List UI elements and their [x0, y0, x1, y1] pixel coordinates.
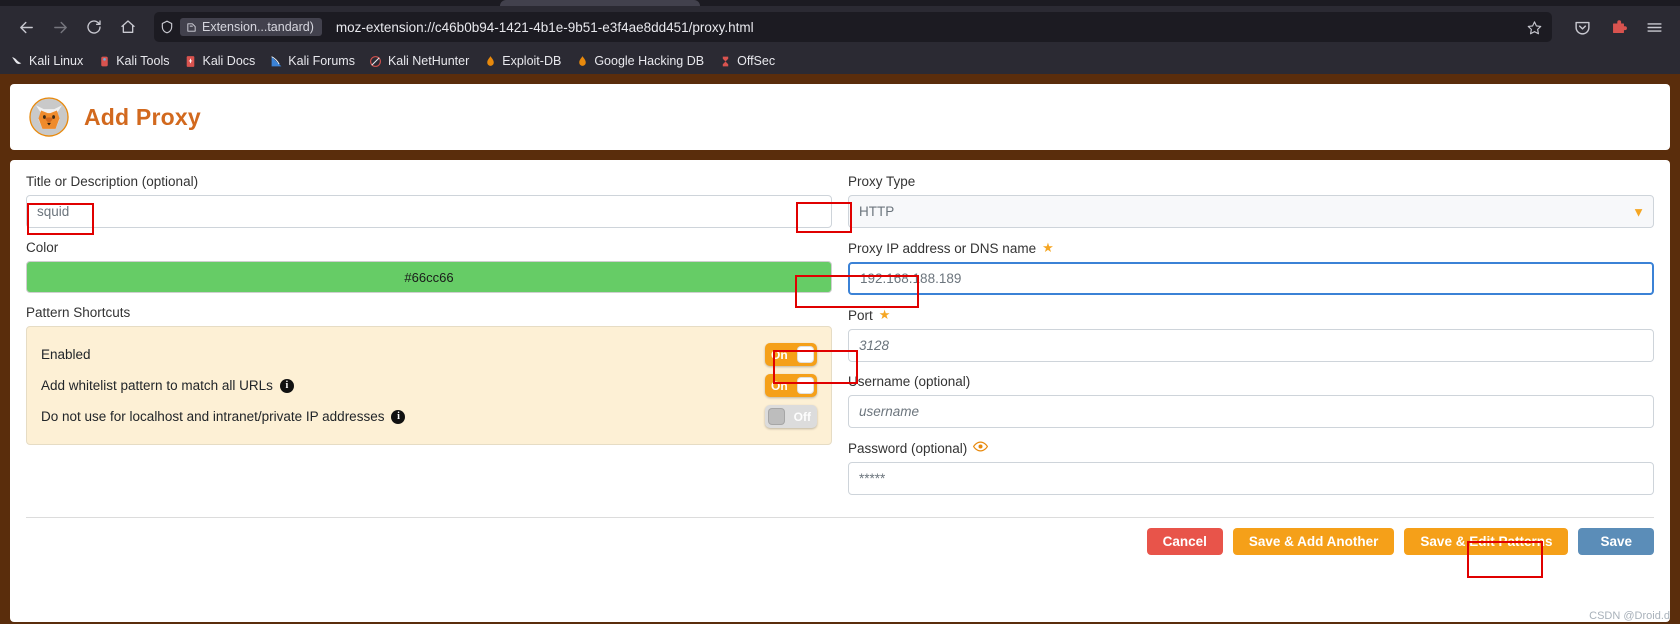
add-proxy-form: Title or Description (optional) squid Co…	[10, 160, 1670, 622]
toggle-knob	[797, 346, 814, 363]
form-right-column: Proxy Type HTTP ▼ Proxy IP address or DN…	[848, 174, 1654, 507]
url-text[interactable]: moz-extension://c46b0b94-1421-4b1e-9b51-…	[328, 20, 1521, 35]
port-label-text: Port	[848, 307, 873, 323]
proxy-ip-label: Proxy IP address or DNS name ★	[848, 240, 1654, 256]
toggle-knob	[797, 377, 814, 394]
kali-forums-icon	[269, 54, 283, 68]
password-label-text: Password (optional)	[848, 440, 968, 456]
bookmark-label: Kali Tools	[116, 54, 170, 68]
pattern-row-whitelist: Add whitelist pattern to match all URLs …	[41, 372, 817, 399]
kali-docs-icon	[183, 54, 197, 68]
password-label: Password (optional)	[848, 440, 1654, 456]
proxy-type-label: Proxy Type	[848, 174, 916, 189]
page-title: Add Proxy	[84, 103, 201, 130]
extension-identity-chip[interactable]: Extension...tandard)	[180, 18, 322, 36]
color-swatch[interactable]: #66cc66	[26, 261, 832, 293]
bookmark-label: Kali NetHunter	[387, 54, 470, 68]
bookmarks-bar: Kali Linux Kali Tools Kali Docs Kali For…	[0, 48, 1680, 74]
info-icon[interactable]: i	[279, 378, 294, 393]
save-button[interactable]: Save	[1578, 528, 1654, 555]
bookmark-kali-nethunter[interactable]: Kali NetHunter	[369, 54, 469, 68]
title-field-label: Title or Description (optional)	[26, 174, 199, 189]
hamburger-menu-icon[interactable]	[1638, 11, 1670, 43]
bookmark-kali-docs[interactable]: Kali Docs	[183, 54, 255, 68]
offsec-icon	[718, 54, 732, 68]
eye-visibility-icon[interactable]	[973, 440, 989, 456]
page-content: Add Proxy Title or Description (optional…	[0, 74, 1680, 624]
page-header: Add Proxy	[10, 84, 1670, 150]
username-input[interactable]: username	[848, 395, 1654, 428]
tab-strip	[0, 0, 1680, 6]
toggle-state-label: Off	[793, 409, 811, 424]
kali-nethunter-icon	[369, 54, 383, 68]
pattern-shortcuts-label: Pattern Shortcuts	[26, 305, 131, 320]
pattern-row-localhost: Do not use for localhost and intranet/pr…	[41, 403, 817, 430]
toggle-knob	[768, 408, 785, 425]
star-outline-icon[interactable]	[1527, 20, 1546, 35]
bookmark-label: Kali Linux	[29, 54, 84, 68]
bookmark-exploit-db[interactable]: Exploit-DB	[483, 54, 561, 68]
form-left-column: Title or Description (optional) squid Co…	[26, 174, 832, 507]
forward-arrow-icon[interactable]	[44, 11, 76, 43]
toggle-state-label: On	[771, 378, 788, 393]
pattern-label: Enabled	[41, 347, 91, 362]
shield-icon[interactable]	[160, 20, 174, 34]
save-and-edit-patterns-button[interactable]: Save & Edit Patterns	[1404, 528, 1569, 555]
bookmark-label: Kali Docs	[202, 54, 256, 68]
bookmark-kali-tools[interactable]: Kali Tools	[97, 54, 169, 68]
form-actions: Cancel Save & Add Another Save & Edit Pa…	[26, 518, 1654, 555]
bookmark-kali-forums[interactable]: Kali Forums	[269, 54, 355, 68]
bookmark-label: Google Hacking DB	[594, 54, 705, 68]
watermark: CSDN @Droid.d	[1589, 610, 1670, 622]
bookmark-google-hacking-db[interactable]: Google Hacking DB	[575, 54, 704, 68]
back-arrow-icon[interactable]	[10, 11, 42, 43]
google-hacking-db-icon	[575, 54, 589, 68]
bookmark-label: Kali Forums	[288, 54, 355, 68]
save-and-add-another-button[interactable]: Save & Add Another	[1232, 528, 1395, 555]
foxyproxy-fox-logo	[29, 97, 69, 137]
pocket-icon[interactable]	[1566, 11, 1598, 43]
exploit-db-icon	[483, 54, 497, 68]
bookmark-kali-linux[interactable]: Kali Linux	[10, 54, 83, 68]
bookmark-offsec[interactable]: OffSec	[718, 54, 775, 68]
toggle-state-label: On	[771, 347, 788, 362]
home-icon[interactable]	[112, 11, 144, 43]
browser-chrome: Extension...tandard) moz-extension://c46…	[0, 0, 1680, 74]
pattern-label: Do not use for localhost and intranet/pr…	[41, 409, 385, 424]
extension-chip-label: Extension...tandard)	[202, 20, 314, 34]
reload-icon[interactable]	[78, 11, 110, 43]
toggle-whitelist-all-urls[interactable]: On	[765, 374, 817, 397]
proxy-ip-label-text: Proxy IP address or DNS name	[848, 240, 1037, 256]
extensions-icon[interactable]	[1602, 11, 1634, 43]
toggle-enabled[interactable]: On	[765, 343, 817, 366]
port-input[interactable]: 3128	[848, 329, 1654, 362]
chrome-right-controls	[1562, 11, 1670, 43]
pattern-row-enabled: Enabled On	[41, 341, 817, 368]
browser-tab[interactable]	[500, 0, 700, 6]
bookmark-label: Exploit-DB	[502, 54, 562, 68]
kali-tools-icon	[97, 54, 111, 68]
cancel-button[interactable]: Cancel	[1146, 528, 1223, 555]
kali-dragon-icon	[10, 54, 24, 68]
proxy-ip-input[interactable]: 192.168.188.189	[848, 262, 1654, 295]
pattern-label: Add whitelist pattern to match all URLs	[41, 378, 273, 393]
proxy-type-select[interactable]: HTTP	[848, 195, 1654, 228]
port-label: Port ★	[848, 307, 1654, 323]
password-input[interactable]: *****	[848, 462, 1654, 495]
username-label: Username (optional)	[848, 374, 971, 389]
toggle-skip-localhost[interactable]: Off	[765, 405, 817, 428]
navigation-toolbar: Extension...tandard) moz-extension://c46…	[0, 6, 1680, 48]
info-icon[interactable]: i	[391, 409, 406, 424]
required-star-icon: ★	[878, 307, 891, 322]
pattern-shortcuts-panel: Enabled On Add whitelist pattern to matc…	[26, 326, 832, 445]
color-field-label: Color	[26, 240, 59, 255]
bookmark-label: OffSec	[737, 54, 776, 68]
url-bar[interactable]: Extension...tandard) moz-extension://c46…	[154, 12, 1552, 42]
required-star-icon: ★	[1042, 240, 1054, 255]
title-input[interactable]: squid	[26, 195, 832, 228]
